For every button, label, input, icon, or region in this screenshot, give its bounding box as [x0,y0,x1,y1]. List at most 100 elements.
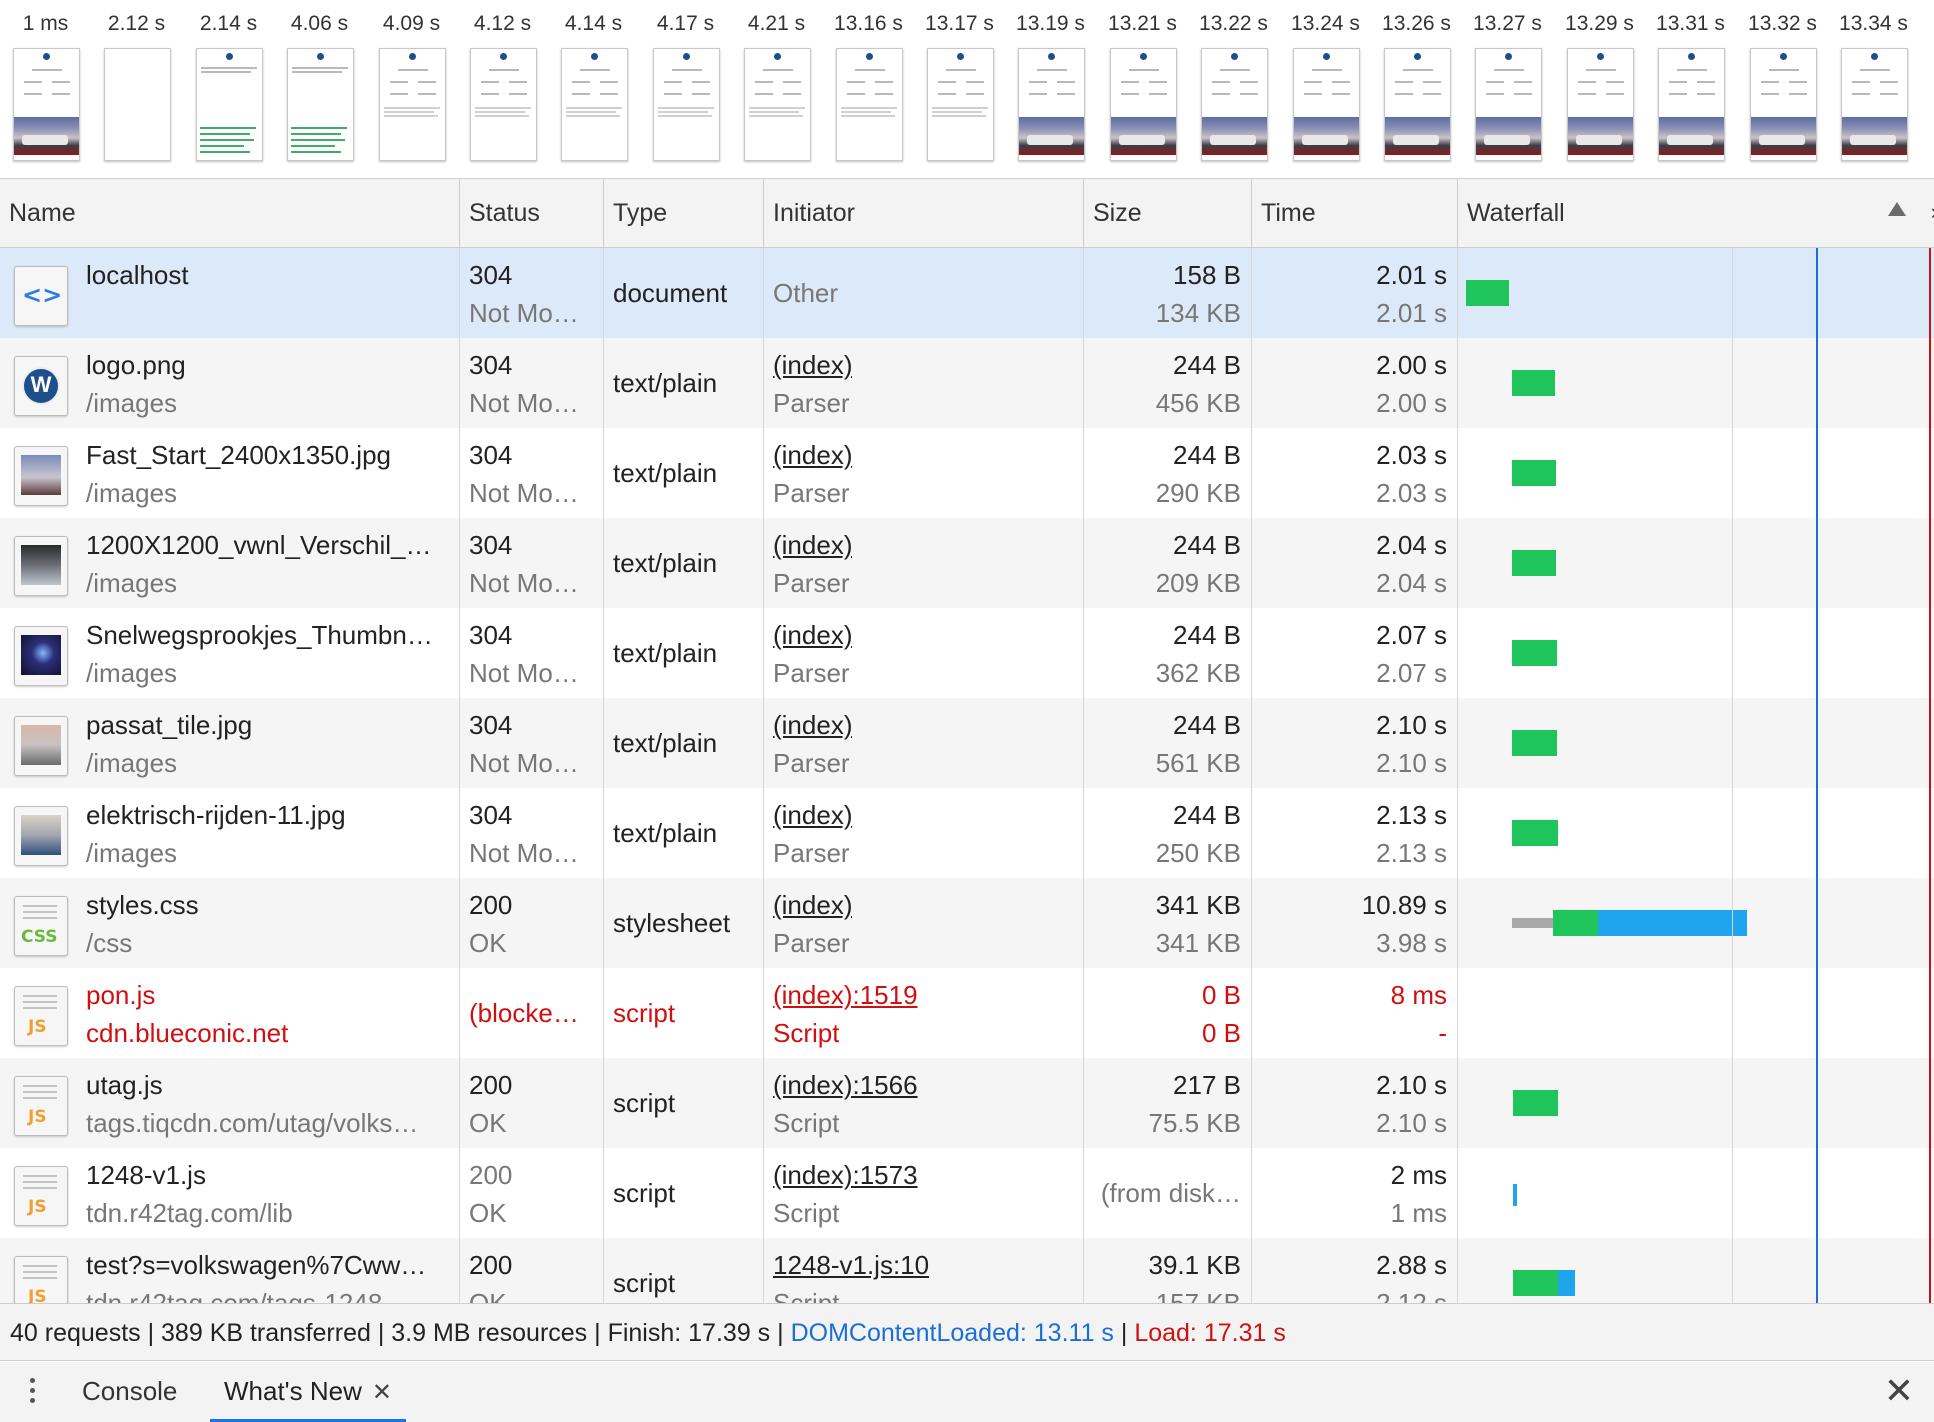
document-icon: <> [14,266,68,326]
request-name[interactable]: utag.js [86,1070,163,1101]
filmstrip-frame[interactable]: 13.31 s [1645,0,1736,178]
filmstrip-frame[interactable]: 13.32 s [1737,0,1828,178]
table-row[interactable]: <> localhost 304 Not Mo… document Other 158 B 1… [0,248,1934,338]
total-time: 2.10 s [1376,1070,1447,1100]
image-thumbnail-icon [14,716,68,776]
filmstrip-frame[interactable]: 2.12 s [91,0,182,178]
request-name[interactable]: passat_tile.jpg [86,710,252,741]
tab-whats-new[interactable]: What's New ✕ [210,1362,406,1422]
resource-size: 456 KB [1155,388,1241,418]
table-row[interactable]: JS 1248-v1.js tdn.r42tag.com/lib 200 OK scrip… [0,1148,1934,1238]
filmstrip-frame[interactable]: 13.29 s [1554,0,1645,178]
filmstrip-frame[interactable]: 4.14 s [548,0,639,178]
waiting-bar [1512,550,1556,576]
total-time: 8 ms [1390,980,1447,1010]
status-text: Not Mo… [469,568,579,598]
filmstrip-frame[interactable]: 1 ms [0,0,91,178]
initiator-link[interactable]: (index) [773,350,852,381]
initiator-link[interactable]: (index) [773,710,852,741]
more-menu-icon[interactable] [30,1378,36,1408]
resource-size: 290 KB [1155,478,1241,508]
request-name[interactable]: logo.png [86,350,186,381]
filmstrip-frame[interactable]: 13.22 s [1188,0,1279,178]
load-marker [1929,248,1931,1303]
transfer-size: 158 B [1173,260,1241,290]
request-name[interactable]: localhost [86,260,189,291]
frame-time: 13.32 s [1748,12,1817,35]
filmstrip-frame[interactable]: 13.27 s [1462,0,1553,178]
request-name[interactable]: elektrisch-rijden-11.jpg [86,800,346,831]
column-header-time[interactable]: Time [1252,179,1458,247]
table-row[interactable]: JS test?s=volkswagen%7Cww… tdn.r42tag.com/… [0,1238,1934,1303]
filmstrip-frame[interactable]: 13.16 s [823,0,914,178]
filmstrip-frame[interactable]: 13.17 s [914,0,1005,178]
table-row[interactable]: Wlogo.png/images 304 Not Mo… text/plain (ind… [0,338,1934,428]
load-time: Load: 17.31 s [1134,1319,1286,1347]
request-name[interactable]: pon.js [86,980,155,1011]
filmstrip-frame[interactable]: 4.17 s [640,0,731,178]
filmstrip-frame[interactable]: 2.14 s [183,0,274,178]
filmstrip-frame[interactable]: 4.12 s [457,0,548,178]
column-header-waterfall[interactable]: Waterfall [1458,179,1934,247]
filmstrip-frame[interactable]: 4.09 s [366,0,457,178]
domcontentloaded-time: DOMContentLoaded: 13.11 s [790,1319,1114,1347]
resource-type: script [613,1088,676,1118]
request-name[interactable]: test?s=volkswagen%7Cww… [86,1250,426,1281]
filmstrip-frame[interactable]: 4.06 s [274,0,365,178]
latency-time: - [1438,1018,1447,1048]
tab-console[interactable]: Console [82,1362,177,1422]
table-row[interactable]: Fast_Start_2400x1350.jpg/images 304 Not Mo… [0,428,1934,518]
initiator-type: Parser [773,568,850,598]
column-header-type[interactable]: Type [604,179,764,247]
table-row[interactable]: passat_tile.jpg/images 304 Not Mo… text/pla… [0,698,1934,788]
request-name[interactable]: styles.css [86,890,199,921]
filmstrip-frame[interactable]: 13.19 s [1005,0,1096,178]
filmstrip-frame[interactable]: 4.21 s [731,0,822,178]
column-header-size[interactable]: Size [1084,179,1252,247]
table-row[interactable]: JS pon.js cdn.blueconic.net (blocke… script (… [0,968,1934,1058]
request-path: tdn.r42tag.com/tags-1248 [86,1288,383,1303]
initiator-link[interactable]: (index):1519 [773,980,918,1011]
initiator-type: Script [773,1018,840,1048]
initiator-link[interactable]: (index):1566 [773,1070,918,1101]
column-header-name[interactable]: Name [0,179,460,247]
latency-time: 2.10 s [1376,1108,1447,1138]
sort-ascending-icon[interactable] [1888,202,1906,216]
initiator-link[interactable]: (index) [773,530,852,561]
initiator-link[interactable]: (index) [773,800,852,831]
filmstrip-frame[interactable]: 13.34 s [1828,0,1919,178]
request-name[interactable]: Snelwegsprookjes_Thumbn… [86,620,433,651]
initiator-link[interactable]: (index) [773,620,852,651]
table-row[interactable]: Snelwegsprookjes_Thumbn… /images 304 Not Mo… [0,608,1934,698]
request-name[interactable]: 1248-v1.js [86,1160,206,1191]
close-tab-icon[interactable]: ✕ [372,1379,392,1406]
waterfall-grid-line [1732,248,1733,1303]
transfer-size: 244 B [1173,710,1241,740]
table-row[interactable]: elektrisch-rijden-11.jpg/images 304 Not Mo… [0,788,1934,878]
frame-time: 4.09 s [382,12,441,35]
close-drawer-icon[interactable]: ✕ [1884,1370,1914,1412]
table-row[interactable]: JS utag.js tags.tiqcdn.com/utag/volks… 200 O… [0,1058,1934,1148]
separator: | [1113,1319,1135,1347]
column-header-initiator[interactable]: Initiator [764,179,1084,247]
request-name[interactable]: 1200X1200_vwnl_Verschil_… [86,530,431,561]
request-path: cdn.blueconic.net [86,1018,289,1048]
filmstrip-frame[interactable]: 13.21 s [1097,0,1188,178]
resource-type: text/plain [613,458,718,488]
initiator-link[interactable]: (index) [773,440,852,471]
status-code: 304 [469,620,513,650]
table-row[interactable]: 1200X1200_vwnl_Verschil_… /images 304 Not M… [0,518,1934,608]
summary-bar: 40 requests | 389 KB transferred | 3.9 M… [0,1303,1934,1361]
initiator-link[interactable]: (index) [773,890,852,921]
initiator-type: Script [773,1108,840,1138]
latency-time: 3.98 s [1376,928,1447,958]
filmstrip-frame[interactable]: 13.26 s [1371,0,1462,178]
column-header-status[interactable]: Status [460,179,604,247]
filmstrip-frame[interactable]: 13.24 s [1280,0,1371,178]
waiting-bar [1512,820,1558,846]
initiator-link[interactable]: (index):1573 [773,1160,918,1191]
request-name[interactable]: Fast_Start_2400x1350.jpg [86,440,391,471]
table-row[interactable]: CSS styles.css/css 200 OK stylesheet (index) P… [0,878,1934,968]
initiator-link[interactable]: 1248-v1.js:10 [773,1250,929,1281]
waiting-bar [1512,460,1556,486]
